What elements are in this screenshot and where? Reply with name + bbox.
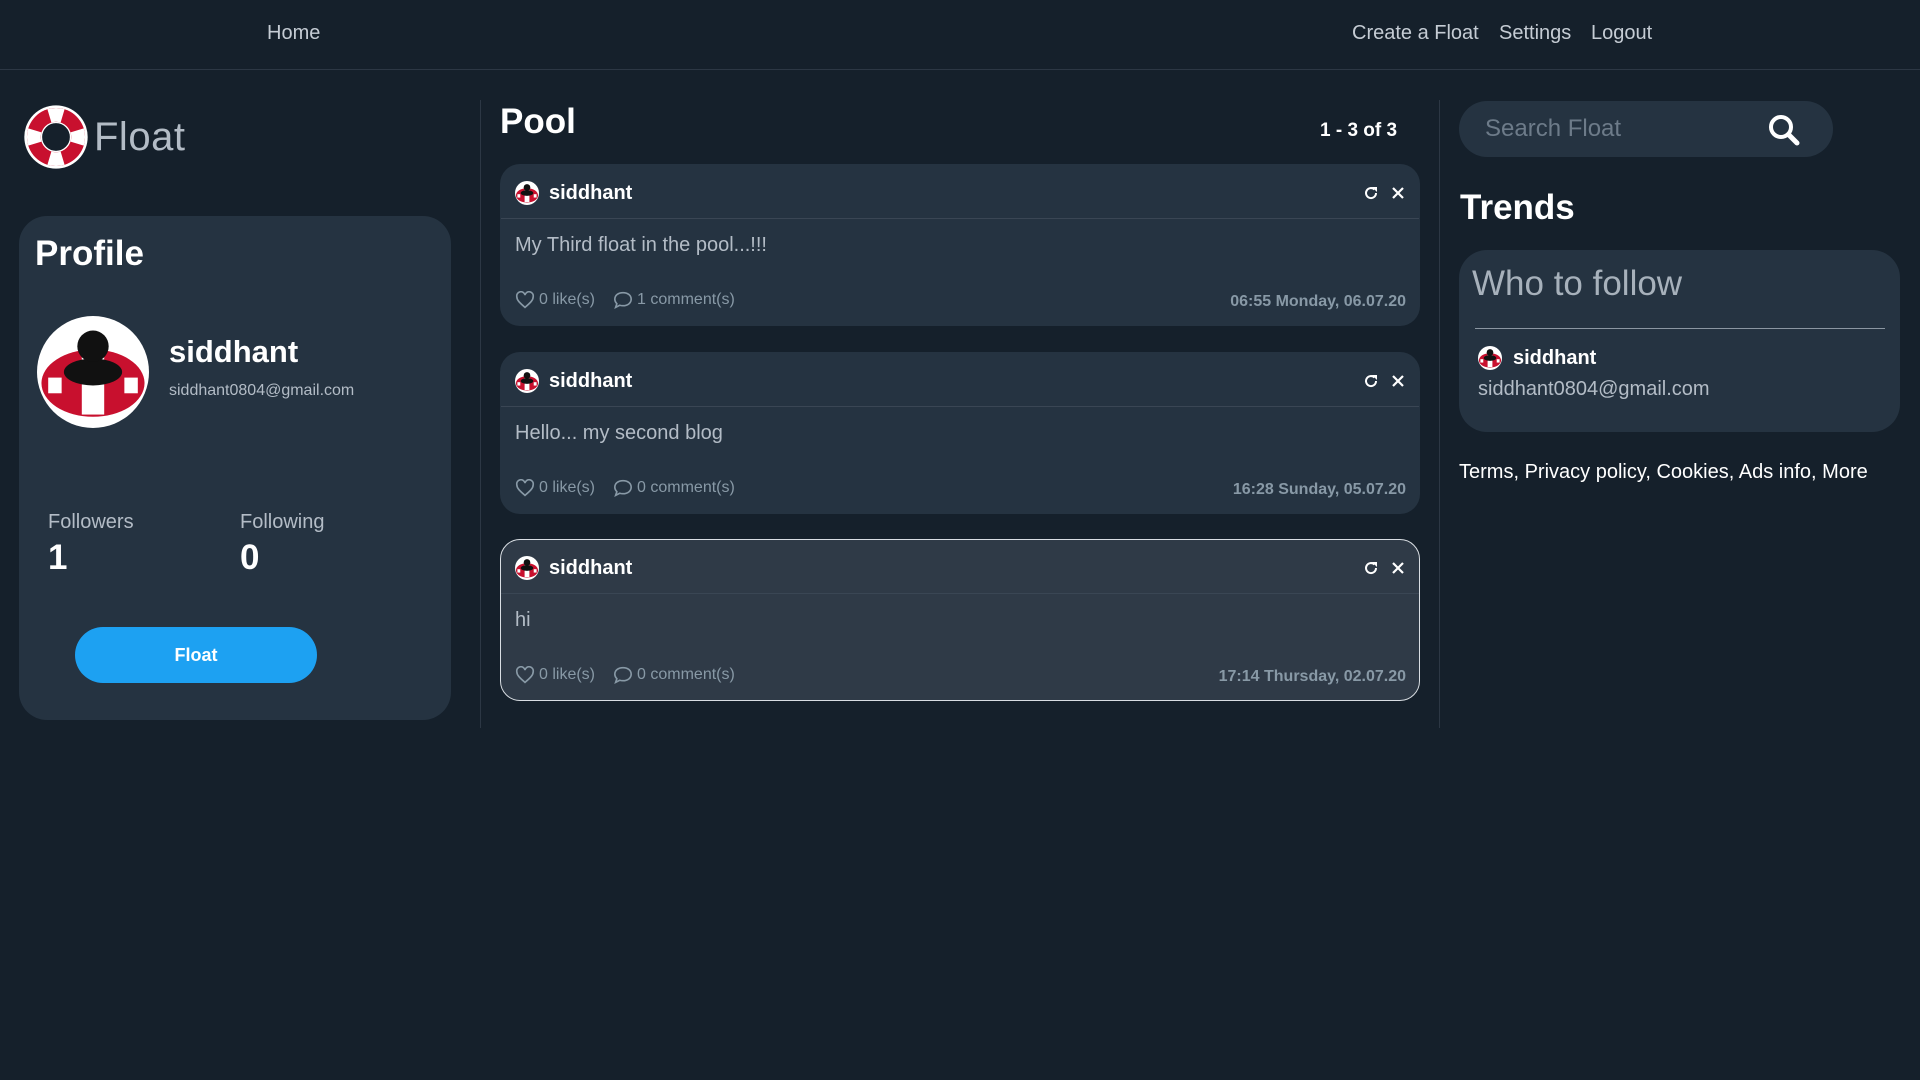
like-button[interactable]: 0 like(s) xyxy=(515,666,595,684)
comment-button[interactable]: 0 comment(s) xyxy=(613,479,735,497)
post-timestamp: 06:55 Monday, 06.07.20 xyxy=(1230,293,1406,310)
avatar xyxy=(37,316,149,428)
post-timestamp: 16:28 Sunday, 05.07.20 xyxy=(1232,481,1406,498)
like-button[interactable]: 0 like(s) xyxy=(515,479,595,497)
avatar xyxy=(1478,346,1502,370)
pagination-count: 1 - 3 of 3 xyxy=(1320,120,1398,141)
column-divider-right xyxy=(1439,100,1440,728)
comment-icon xyxy=(614,291,633,309)
post-body: Hello... my second blog xyxy=(515,422,723,444)
following-count: 0 xyxy=(240,538,260,577)
comment-button[interactable]: 0 comment(s) xyxy=(613,666,735,684)
more-link[interactable]: More xyxy=(1822,461,1868,483)
post-body: hi xyxy=(515,609,531,631)
post-actions: 0 like(s) 1 comment(s) xyxy=(515,291,735,309)
comment-count: 0 comment(s) xyxy=(637,666,735,683)
following-label: Following xyxy=(240,511,325,533)
footer-links: Terms, Privacy policy, Cookies, Ads info… xyxy=(1459,461,1868,483)
profile-name: siddhant xyxy=(169,334,299,369)
close-icon[interactable] xyxy=(1388,183,1408,203)
post-body: My Third float in the pool...!!! xyxy=(515,234,767,256)
search-input[interactable] xyxy=(1485,115,1755,143)
like-button[interactable]: 0 like(s) xyxy=(515,291,595,309)
ads-info-link[interactable]: Ads info xyxy=(1739,461,1811,483)
nav-create-float-link[interactable]: Create a Float xyxy=(1352,22,1479,45)
refresh-icon[interactable] xyxy=(1361,558,1381,578)
comment-button[interactable]: 1 comment(s) xyxy=(613,291,735,309)
trends-title: Trends xyxy=(1460,188,1575,227)
privacy-link[interactable]: Privacy policy xyxy=(1525,461,1646,483)
heart-icon xyxy=(515,479,535,497)
heart-icon xyxy=(515,291,535,309)
comment-icon xyxy=(614,666,633,684)
lifebuoy-icon xyxy=(22,104,90,170)
post-author[interactable]: siddhant xyxy=(549,182,632,205)
followers-label: Followers xyxy=(48,511,134,533)
profile-card: Profile siddhant siddhant0804@gmail.com … xyxy=(19,216,451,720)
post-timestamp: 17:14 Thursday, 02.07.20 xyxy=(1218,668,1406,685)
refresh-icon[interactable] xyxy=(1361,183,1381,203)
who-to-follow-title: Who to follow xyxy=(1472,264,1683,303)
post-actions: 0 like(s) 0 comment(s) xyxy=(515,479,735,497)
avatar[interactable] xyxy=(515,181,539,205)
post-header: siddhant xyxy=(501,165,1419,219)
divider xyxy=(1475,328,1885,329)
nav-logout-link[interactable]: Logout xyxy=(1591,22,1652,45)
post-header: siddhant xyxy=(501,540,1419,594)
page-title: Pool xyxy=(500,102,576,141)
heart-icon xyxy=(515,666,535,684)
top-nav: Home Create a Float Settings Logout xyxy=(0,0,1920,70)
followers-count: 1 xyxy=(48,538,68,577)
close-icon[interactable] xyxy=(1388,558,1408,578)
like-count: 0 like(s) xyxy=(539,291,596,308)
close-icon[interactable] xyxy=(1388,371,1408,391)
like-count: 0 like(s) xyxy=(539,479,596,496)
column-divider-left xyxy=(480,100,481,728)
who-to-follow-card: Who to follow siddhant siddhant0804@gmai… xyxy=(1459,250,1900,432)
search-icon[interactable] xyxy=(1767,113,1801,147)
nav-home-link[interactable]: Home xyxy=(267,22,320,45)
comment-count: 0 comment(s) xyxy=(637,479,735,496)
profile-title: Profile xyxy=(35,234,144,273)
suggested-user-email: siddhant0804@gmail.com xyxy=(1478,378,1710,400)
comment-count: 1 comment(s) xyxy=(637,291,735,308)
post-card[interactable]: siddhant Hello... my second blog 0 like(… xyxy=(500,352,1420,514)
profile-email: siddhant0804@gmail.com xyxy=(169,382,355,399)
post-header: siddhant xyxy=(501,353,1419,407)
nav-settings-link[interactable]: Settings xyxy=(1499,22,1571,45)
post-card[interactable]: siddhant hi 0 like(s) 0 comment(s) 17:14… xyxy=(500,539,1420,701)
comment-icon xyxy=(614,479,633,497)
search-bar xyxy=(1459,101,1833,157)
post-card[interactable]: siddhant My Third float in the pool...!!… xyxy=(500,164,1420,326)
avatar[interactable] xyxy=(515,556,539,580)
like-count: 0 like(s) xyxy=(539,666,596,683)
brand-name: Float xyxy=(94,114,186,159)
brand[interactable]: Float xyxy=(22,104,185,170)
post-author[interactable]: siddhant xyxy=(549,370,632,393)
post-actions: 0 like(s) 0 comment(s) xyxy=(515,666,735,684)
refresh-icon[interactable] xyxy=(1361,371,1381,391)
post-author[interactable]: siddhant xyxy=(549,557,632,580)
suggested-user-name: siddhant xyxy=(1513,347,1597,369)
cookies-link[interactable]: Cookies xyxy=(1656,461,1728,483)
avatar[interactable] xyxy=(515,369,539,393)
terms-link[interactable]: Terms xyxy=(1459,461,1513,483)
float-button[interactable]: Float xyxy=(75,627,317,683)
